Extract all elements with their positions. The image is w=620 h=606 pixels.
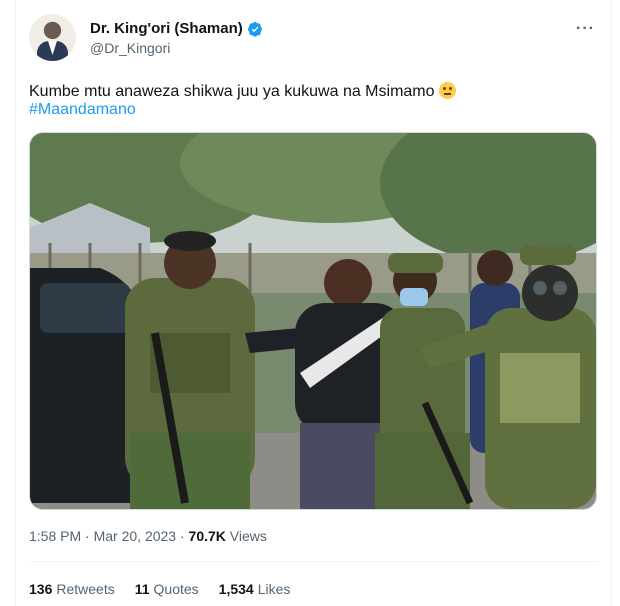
tweet-time[interactable]: 1:58 PM — [29, 528, 81, 544]
tweet-date[interactable]: Mar 20, 2023 — [94, 528, 177, 544]
meta-separator-2: · — [179, 528, 185, 544]
hashtag-link[interactable]: #Maandamano — [29, 101, 136, 119]
left-border — [15, 0, 16, 606]
tweet-text-body: Kumbe mtu anaweza shikwa juu ya kukuwa n… — [29, 83, 435, 100]
meta-separator: · — [85, 528, 90, 544]
avatar[interactable] — [29, 14, 76, 61]
quotes-stat[interactable]: 11 Quotes — [135, 581, 199, 597]
tweet-text: Kumbe mtu anaweza shikwa juu ya kukuwa n… — [29, 81, 456, 102]
divider — [29, 561, 598, 562]
verified-badge-icon — [247, 21, 262, 37]
thinking-face-icon — [438, 82, 456, 99]
author-name-row: Dr. King'ori (Shaman) — [90, 20, 263, 37]
engagement-stats: 136 Retweets 11 Quotes 1,534 Likes — [29, 581, 290, 597]
likes-label: Likes — [257, 581, 291, 597]
likes-stat[interactable]: 1,534 Likes — [219, 581, 291, 597]
quotes-label: Quotes — [153, 581, 199, 597]
tweet-photo[interactable] — [29, 132, 597, 510]
more-options-icon[interactable]: ··· — [576, 20, 595, 38]
author-handle[interactable]: @Dr_Kingori — [90, 40, 170, 56]
right-border — [611, 0, 612, 606]
retweets-count: 136 — [29, 581, 53, 597]
retweets-stat[interactable]: 136 Retweets — [29, 581, 115, 597]
tweet-card: Dr. King'ori (Shaman) @Dr_Kingori ··· Ku… — [0, 0, 620, 606]
views-label: Views — [229, 528, 267, 544]
tweet-photo-image — [30, 133, 596, 509]
quotes-count: 11 — [134, 581, 150, 597]
retweets-label: Retweets — [56, 581, 115, 597]
author-name[interactable]: Dr. King'ori (Shaman) — [90, 20, 243, 37]
tweet-meta: 1:58 PM · Mar 20, 2023 · 70.7K Views — [29, 528, 267, 544]
likes-count: 1,534 — [218, 581, 254, 597]
views-count: 70.7K — [188, 528, 226, 544]
